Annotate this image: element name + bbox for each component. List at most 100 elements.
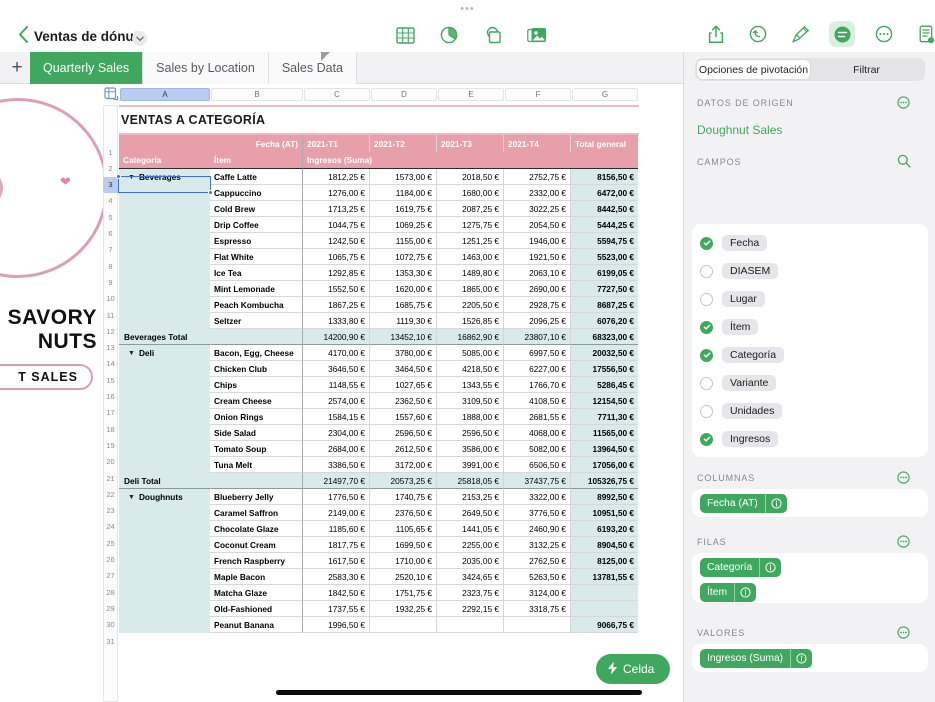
value-cell-total[interactable]: 5444,25 € [571,217,638,233]
value-cell-q4[interactable]: 2332,00 € [504,185,571,201]
item-cell[interactable]: Old-Fashioned [210,601,303,617]
value-cell-q4[interactable]: 2096,25 € [504,313,571,329]
field-row-diasem[interactable]: DIASEM [700,258,915,284]
value-cell-q4[interactable]: 3318,75 € [504,601,571,617]
value-cell-q3[interactable]: 3991,00 € [437,457,504,473]
value-cell-q2[interactable]: 2362,50 € [370,393,437,409]
group-total-q4[interactable]: 37437,75 € [504,473,571,489]
info-circle-icon[interactable] [790,649,812,668]
sheet-tab-1[interactable]: Sales by Location [143,52,269,84]
value-cell-q4[interactable]: 2063,10 € [504,265,571,281]
row-header-9[interactable]: 9 [103,274,118,290]
celda-button[interactable]: Celda [596,654,670,684]
value-cell-q1[interactable]: 1812,25 € [303,169,370,185]
row-header-10[interactable]: 10 [103,291,118,307]
field-row-variante[interactable]: Variante [700,370,915,396]
item-cell[interactable]: Bacon, Egg, Cheese [210,345,303,361]
value-cell-total[interactable] [571,585,638,601]
value-cell-q3[interactable]: 2649,50 € [437,505,504,521]
item-cell[interactable]: Cream Cheese [210,393,303,409]
item-cell[interactable]: Chips [210,377,303,393]
value-cell-total[interactable]: 12154,50 € [571,393,638,409]
value-cell-q2[interactable]: 1685,75 € [370,297,437,313]
item-cell[interactable]: Caramel Saffron [210,505,303,521]
value-cell-total[interactable]: 9066,75 € [571,617,638,633]
row-header-2[interactable]: 2 [103,160,118,176]
value-cell-q1[interactable]: 1333,80 € [303,313,370,329]
value-cell-total[interactable]: 20032,50 € [571,345,638,361]
horizontal-scrollbar[interactable] [276,690,642,695]
value-cell-q4[interactable]: 3124,00 € [504,585,571,601]
value-cell-q2[interactable]: 1557,60 € [370,409,437,425]
row-header-13[interactable]: 13 [103,340,118,356]
field-row-fecha[interactable]: Fecha [700,230,915,256]
table-cell[interactable] [119,377,210,393]
checkmark-icon[interactable] [700,321,713,334]
table-cell[interactable] [119,409,210,425]
value-cell-total[interactable]: 8904,50 € [571,537,638,553]
value-cell-q1[interactable]: 1842,50 € [303,585,370,601]
value-cell-q1[interactable]: 1242,50 € [303,233,370,249]
value-cell-q3[interactable]: 3424,65 € [437,569,504,585]
chevron-down-icon[interactable] [132,31,147,46]
row-header-5[interactable]: 5 [103,209,118,225]
item-cell[interactable]: Matcha Glaze [210,585,303,601]
value-cell-q4[interactable]: 4068,00 € [504,425,571,441]
value-cell-total[interactable]: 17056,00 € [571,457,638,473]
rows-token-1[interactable]: Ítem [700,583,756,602]
value-cell-q2[interactable]: 3464,50 € [370,361,437,377]
value-cell-q2[interactable]: 2612,50 € [370,441,437,457]
triangle-down-icon[interactable]: ▼ [128,174,135,181]
group-total-q1[interactable]: 14200,90 € [303,329,370,345]
value-cell-q1[interactable]: 1044,75 € [303,217,370,233]
value-cell-q3[interactable]: 4218,50 € [437,361,504,377]
group-total-q3[interactable]: 16862,90 € [437,329,504,345]
value-cell-q1[interactable]: 1867,25 € [303,297,370,313]
value-cell-q3[interactable]: 2596,50 € [437,425,504,441]
value-cell-q4[interactable]: 2054,50 € [504,217,571,233]
value-cell-q3[interactable]: 2255,00 € [437,537,504,553]
table-cell[interactable] [119,553,210,569]
value-cell-q3[interactable]: 3109,50 € [437,393,504,409]
undo-icon[interactable] [745,21,771,47]
value-cell-total[interactable]: 6076,20 € [571,313,638,329]
table-cell[interactable] [119,441,210,457]
table-cell[interactable] [119,425,210,441]
header-cell-blank[interactable] [119,135,210,152]
value-cell-total[interactable]: 8992,50 € [571,489,638,505]
triangle-down-icon[interactable]: ▼ [128,350,135,357]
value-cell-total[interactable]: 6199,05 € [571,265,638,281]
item-cell[interactable]: Onion Rings [210,409,303,425]
table-cell[interactable] [119,585,210,601]
shape-icon[interactable] [480,22,506,48]
info-circle-icon[interactable] [734,583,756,602]
value-cell-total[interactable]: 11565,00 € [571,425,638,441]
table-cell[interactable] [119,313,210,329]
value-cell-q4[interactable] [504,617,571,633]
group-total-label[interactable]: Deli Total [119,473,210,489]
ellipsis-circle-icon[interactable] [871,21,897,47]
value-cell-q4[interactable]: 4108,50 € [504,393,571,409]
value-cell-total[interactable]: 5594,75 € [571,233,638,249]
share-icon[interactable] [703,21,729,47]
row-header-1[interactable]: 1 [103,144,118,160]
value-cell-q1[interactable]: 1817,75 € [303,537,370,553]
value-cell-q2[interactable]: 1155,00 € [370,233,437,249]
table-cell[interactable] [119,601,210,617]
row-header-26[interactable]: 26 [103,552,118,568]
value-cell-q3[interactable]: 2205,50 € [437,297,504,313]
table-cell[interactable] [119,537,210,553]
value-cell-q2[interactable]: 1573,00 € [370,169,437,185]
item-cell[interactable]: Coconut Cream [210,537,303,553]
value-cell-q1[interactable]: 4170,00 € [303,345,370,361]
value-cell-q4[interactable]: 1766,70 € [504,377,571,393]
row-header-29[interactable]: 29 [103,600,118,616]
table-cell[interactable] [119,265,210,281]
field-row-ítem[interactable]: Ítem [700,314,915,340]
row-header-28[interactable]: 28 [103,584,118,600]
row-header-7[interactable]: 7 [103,242,118,258]
table-cell[interactable] [119,201,210,217]
value-cell-total[interactable]: 8442,50 € [571,201,638,217]
group-total-q2[interactable]: 13452,10 € [370,329,437,345]
item-cell[interactable]: Drip Coffee [210,217,303,233]
